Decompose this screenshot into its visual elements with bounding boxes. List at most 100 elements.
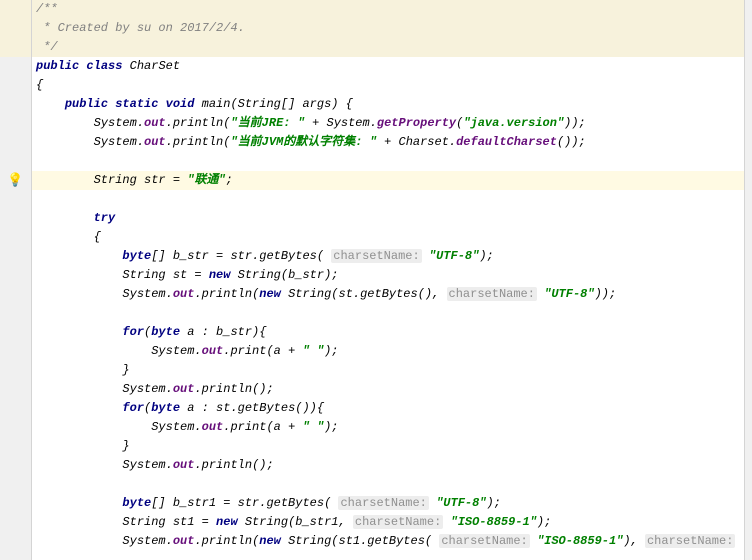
method: println — [173, 135, 223, 149]
keyword: for — [122, 325, 144, 339]
paren: )); — [564, 116, 586, 130]
gutter: 💡 — [0, 0, 32, 560]
doc-comment: * Created by su on 2017/2/4. — [36, 21, 245, 35]
class-name: CharSet — [130, 59, 180, 73]
intention-bulb[interactable]: 💡 — [0, 171, 31, 190]
string: "当前JVM的默认字符集: " — [230, 135, 376, 149]
paren: (); — [252, 382, 274, 396]
op: + System. — [305, 116, 377, 130]
string: "联通" — [187, 173, 225, 187]
method: println — [202, 534, 252, 548]
field: out — [173, 534, 195, 548]
field: out — [144, 116, 166, 130]
dot: . — [194, 458, 201, 472]
paren: ()); — [557, 135, 586, 149]
doc-comment: */ — [36, 40, 58, 54]
param-hint: charsetName: — [331, 249, 421, 263]
ident: System. — [94, 116, 144, 130]
paren: ); — [479, 249, 493, 263]
code: a : b_str){ — [180, 325, 266, 339]
code: String st1 = — [122, 515, 216, 529]
string: "ISO-8859-1" — [537, 534, 623, 548]
keyword: for — [122, 401, 144, 415]
sp — [530, 534, 537, 548]
keyword: try — [94, 211, 116, 225]
param-hint: charsetName: — [439, 534, 529, 548]
code: (a + — [266, 420, 302, 434]
brace: } — [122, 363, 129, 377]
sp — [429, 496, 436, 510]
ident: System. — [151, 344, 201, 358]
param-hint: charsetName: — [645, 534, 735, 548]
code: [] b_str1 = str.getBytes( — [151, 496, 338, 510]
keyword: byte — [122, 496, 151, 510]
sp — [443, 515, 450, 529]
string: "当前JRE: " — [230, 116, 304, 130]
scrollbar[interactable] — [744, 0, 752, 560]
keyword: class — [86, 59, 129, 73]
var-decl: String str = — [94, 173, 188, 187]
string: "ISO-8859-1" — [451, 515, 537, 529]
ident: System. — [151, 420, 201, 434]
doc-comment: /** — [36, 2, 58, 16]
keyword: new — [209, 268, 231, 282]
param-hint: charsetName: — [353, 515, 443, 529]
string: " " — [302, 344, 324, 358]
ident: System. — [122, 458, 172, 472]
code-content[interactable]: /** * Created by su on 2017/2/4. */ publ… — [32, 0, 752, 560]
ident: System. — [122, 382, 172, 396]
code: String(b_str); — [230, 268, 338, 282]
string: "java.version" — [463, 116, 564, 130]
code: a : st.getBytes()){ — [180, 401, 324, 415]
string: "UTF-8" — [544, 287, 594, 301]
dot: . — [194, 382, 201, 396]
field: out — [202, 344, 224, 358]
method: println — [202, 287, 252, 301]
field: out — [173, 382, 195, 396]
semi: ; — [226, 173, 233, 187]
sp — [422, 249, 429, 263]
code: ), — [623, 534, 645, 548]
keyword: public static void — [65, 97, 202, 111]
lightbulb-icon: 💡 — [7, 173, 23, 188]
paren: (); — [252, 458, 274, 472]
param-hint: charsetName: — [447, 287, 537, 301]
brace: } — [122, 439, 129, 453]
ident: System. — [122, 534, 172, 548]
method: println — [173, 116, 223, 130]
code: [] b_str = str.getBytes( — [151, 249, 331, 263]
dot: . — [194, 287, 201, 301]
ident: System. — [94, 135, 144, 149]
dot: . — [166, 135, 173, 149]
code: String(b_str1, — [238, 515, 353, 529]
code: String(st.getBytes(), — [281, 287, 447, 301]
code-editor[interactable]: 💡 /** * Created by su on 2017/2/4. */ pu… — [0, 0, 752, 560]
method: print — [230, 420, 266, 434]
keyword: new — [259, 534, 281, 548]
method: print — [230, 344, 266, 358]
field: out — [173, 458, 195, 472]
field: out — [173, 287, 195, 301]
method: println — [202, 458, 252, 472]
dot: . — [194, 534, 201, 548]
method: main — [202, 97, 231, 111]
op: + Charset. — [377, 135, 456, 149]
params: (String[] args) { — [230, 97, 352, 111]
keyword: new — [259, 287, 281, 301]
brace: { — [94, 230, 101, 244]
field: out — [144, 135, 166, 149]
string: " " — [302, 420, 324, 434]
keyword: byte — [122, 249, 151, 263]
keyword: byte — [151, 325, 180, 339]
code: String(st1.getBytes( — [281, 534, 439, 548]
string: "UTF-8" — [436, 496, 486, 510]
brace: { — [36, 78, 43, 92]
dot: . — [166, 116, 173, 130]
method: defaultCharset — [456, 135, 557, 149]
method: println — [202, 382, 252, 396]
string: "UTF-8" — [429, 249, 479, 263]
paren: ); — [487, 496, 501, 510]
sp — [735, 534, 742, 548]
paren: )); — [595, 287, 617, 301]
field: out — [202, 420, 224, 434]
